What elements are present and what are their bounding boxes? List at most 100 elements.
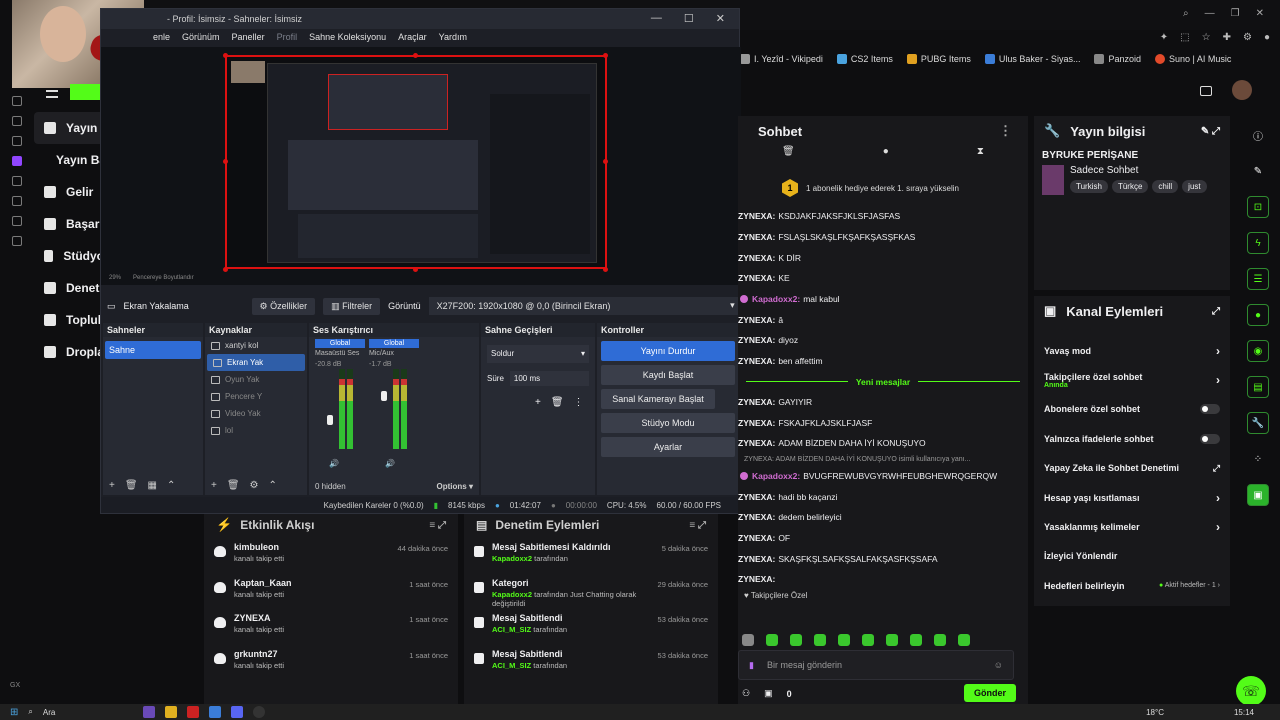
opera-icon[interactable]: [186, 706, 199, 718]
source-item[interactable]: lol: [205, 422, 307, 439]
chat-message[interactable]: Kapadoxx2: mal kabul: [738, 289, 1028, 310]
avatar[interactable]: [1232, 80, 1252, 100]
close-icon[interactable]: ✕: [1256, 8, 1264, 19]
chat-username[interactable]: ZYNEXA:: [738, 253, 775, 263]
window-controls[interactable]: ⌕ — ❐ ✕: [1183, 8, 1264, 19]
toggle-switch[interactable]: [1200, 404, 1220, 415]
chat-username[interactable]: ZYNEXA:: [738, 574, 775, 584]
bookmark-item[interactable]: CS2 Items: [836, 54, 893, 65]
chat-username[interactable]: Kapadoxx2:: [752, 471, 800, 481]
chat-username[interactable]: ZYNEXA:: [738, 232, 775, 242]
activity-item[interactable]: Kaptan_Kaan kanalı takip etti 1 saat önce: [204, 576, 458, 612]
chat-message[interactable]: ZYNEXA: OF: [738, 528, 1028, 549]
chat-message[interactable]: ZYNEXA:: [738, 569, 1028, 590]
chat-message[interactable]: ZYNEXA: GAYIYIR: [738, 392, 1028, 413]
options-button[interactable]: Options ▾: [437, 482, 473, 491]
twitch-icon[interactable]: [12, 156, 22, 166]
search-icon[interactable]: ⌕: [28, 707, 32, 717]
emote-icon[interactable]: [742, 634, 754, 646]
sidebar-item-denetim[interactable]: Deneti: [34, 272, 104, 304]
sidebar-item-studyo[interactable]: Stüdyo: [34, 240, 104, 272]
emote-icon[interactable]: [958, 634, 970, 646]
filter-icon[interactable]: ≡ ⤢: [429, 520, 446, 531]
activity-user[interactable]: Kaptan_Kaan: [234, 578, 401, 588]
maximize-icon[interactable]: ☐: [684, 12, 694, 25]
tag[interactable]: Turkish: [1070, 180, 1108, 193]
chat-username[interactable]: ZYNEXA:: [738, 315, 775, 325]
app-icon[interactable]: [208, 706, 221, 718]
bookmark-item[interactable]: Suno | AI Music: [1154, 54, 1231, 65]
weather-widget[interactable]: 18°C: [1146, 708, 1164, 717]
list-icon[interactable]: ☰: [1247, 268, 1269, 290]
windows-start-icon[interactable]: ⊞: [10, 707, 18, 718]
close-icon[interactable]: ✕: [716, 12, 725, 25]
activity-item[interactable]: ZYNEXA kanalı takip etti 1 saat önce: [204, 611, 458, 647]
source-item[interactable]: Ekran Yak: [207, 354, 305, 371]
activity-user[interactable]: grkuntn27: [234, 649, 401, 659]
moderator-name[interactable]: ACI_M_SIZ: [492, 625, 531, 634]
menu-sahneler[interactable]: enle: [153, 32, 170, 42]
gear-icon[interactable]: ⚙: [250, 480, 259, 491]
bookmark-item[interactable]: Panzoid: [1094, 54, 1141, 65]
chat-username[interactable]: ZYNEXA:: [738, 438, 775, 448]
edit-icon[interactable]: ✎ ⤢: [1201, 126, 1220, 137]
rail-icon[interactable]: [12, 176, 22, 186]
activity-user[interactable]: ZYNEXA: [234, 613, 401, 623]
taskbar-search[interactable]: Ara: [43, 708, 133, 717]
menu-sahne-koleksiyonu[interactable]: Sahne Koleksiyonu: [309, 32, 386, 42]
scan-icon[interactable]: ⊡: [1247, 196, 1269, 218]
chat-username[interactable]: ZYNEXA:: [738, 273, 775, 283]
bolt-icon[interactable]: ϟ: [1247, 232, 1269, 254]
chat-username[interactable]: ZYNEXA:: [738, 512, 775, 522]
speaker-icon[interactable]: 🔊: [329, 459, 339, 468]
speaker-icon[interactable]: 🔊: [385, 459, 395, 468]
activity-item[interactable]: grkuntn27 kanalı takip etti 1 saat önce: [204, 647, 458, 683]
bookmark-item[interactable]: PUBG Items: [906, 54, 971, 65]
rail-icon[interactable]: [12, 116, 22, 126]
tag[interactable]: Türkçe: [1111, 180, 1149, 193]
studio-mode-button[interactable]: Stüdyo Modu: [601, 413, 735, 433]
rail-icon[interactable]: [12, 196, 22, 206]
settings-button[interactable]: Ayarlar: [601, 437, 735, 457]
pin-icon[interactable]: ✦: [1160, 32, 1168, 43]
moderation-item[interactable]: Kategori Kapadoxx2 tarafından Just Chatti…: [464, 576, 718, 612]
chat-username[interactable]: ZYNEXA:: [738, 492, 775, 502]
emote-icon[interactable]: [910, 634, 922, 646]
menu-icon[interactable]: [46, 90, 58, 98]
hourglass-icon[interactable]: ⧗: [977, 146, 984, 170]
chat-username[interactable]: ZYNEXA:: [738, 397, 775, 407]
menu-gorunum[interactable]: Görünüm: [182, 32, 220, 42]
channel-action-item[interactable]: Yapay Zeka ile Sohbet Denetimi ⤢: [1034, 454, 1230, 483]
users-icon[interactable]: ⚇: [742, 688, 750, 699]
chat-username[interactable]: Kapadoxx2:: [752, 294, 800, 304]
sidebar-item-yayin[interactable]: Yayın: [34, 112, 104, 144]
clock[interactable]: 15:14: [1234, 708, 1254, 717]
channel-action-item[interactable]: İzleyici Yönlendir: [1034, 542, 1230, 571]
pencil-icon[interactable]: ✎: [1247, 160, 1269, 182]
minimize-icon[interactable]: —: [651, 12, 662, 25]
sidebar-item-yayin-ba[interactable]: Yayın Ba: [34, 144, 106, 176]
support-chat-icon[interactable]: ☏: [1236, 676, 1266, 706]
discord-icon[interactable]: [230, 706, 243, 718]
start-recording-button[interactable]: Kaydı Başlat: [601, 365, 735, 385]
filter-icon[interactable]: ▦: [148, 480, 157, 491]
menu-araclar[interactable]: Araçlar: [398, 32, 427, 42]
add-icon[interactable]: +: [109, 480, 115, 491]
more-icon[interactable]: ⋮: [574, 397, 584, 408]
theater-icon[interactable]: [1200, 86, 1212, 96]
activity-item[interactable]: kimbuleon kanalı takip etti 44 dakika önce: [204, 540, 458, 576]
menu-paneller[interactable]: Paneller: [232, 32, 265, 42]
gift-banner[interactable]: 11 abonelik hediye ederek 1. sıraya yüks…: [738, 170, 1028, 206]
obs-window[interactable]: - Profil: İsimsiz - Sahneler: İsimsiz — ☐ ✕…: [100, 8, 741, 514]
chat-username[interactable]: ZYNEXA:: [738, 211, 775, 221]
channel-action-item[interactable]: Hedefleri belirleyin ● Aktif hedefler - 1…: [1034, 571, 1230, 600]
app-icon[interactable]: [142, 706, 155, 718]
gift-icon[interactable]: ▣: [764, 688, 773, 699]
obs-preview[interactable]: 29% Pencereye Boyutlandır: [101, 47, 741, 285]
channel-action-item[interactable]: Hesap yaşı kısıtlaması ›: [1034, 483, 1230, 512]
chat-message[interactable]: Kapadoxx2: BVUGFREWUBVGYRWHFEUBGHEWRQGERQ…: [738, 466, 1028, 487]
info-icon[interactable]: ⓘ: [1247, 124, 1269, 146]
chat-username[interactable]: ZYNEXA:: [738, 356, 775, 366]
display-select[interactable]: X27F200: 1920x1080 @ 0,0 (Birincil Ekran…: [428, 297, 741, 315]
transition-select[interactable]: Soldur ▾: [487, 345, 589, 363]
